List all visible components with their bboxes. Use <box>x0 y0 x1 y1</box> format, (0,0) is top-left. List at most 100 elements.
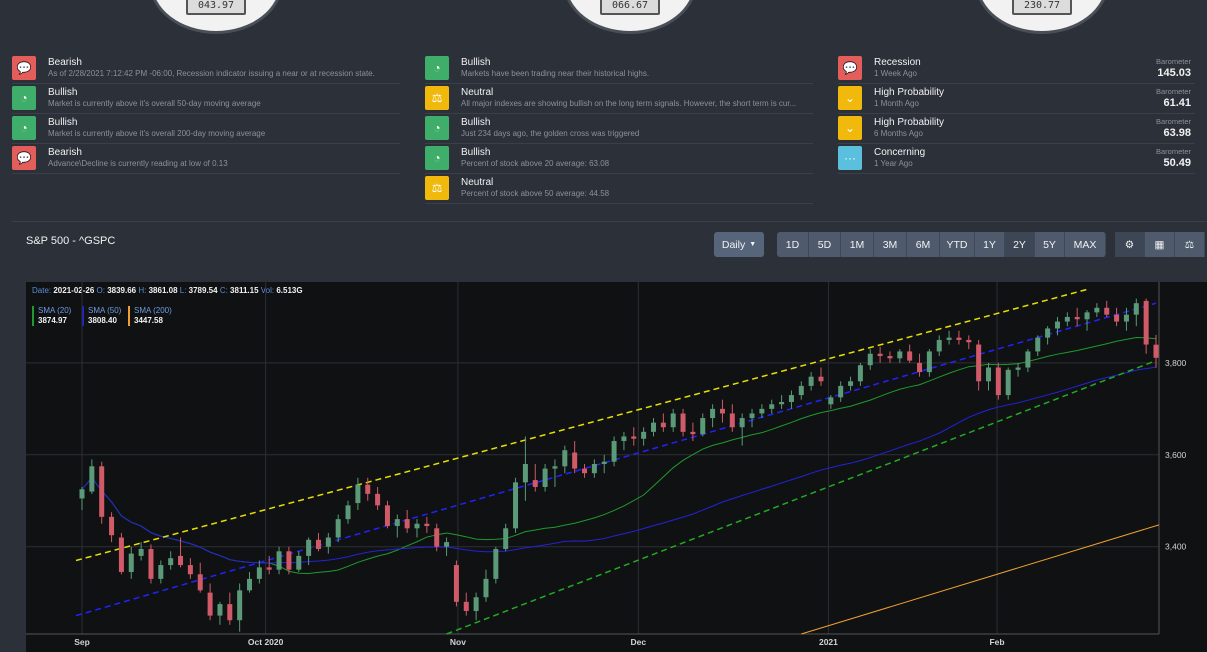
indicator-description: 1 Month Ago <box>874 99 919 108</box>
candle-body <box>335 519 341 538</box>
candle-body <box>286 551 292 570</box>
indicator-title: High Probability <box>874 87 945 98</box>
candle-body <box>641 431 647 439</box>
indicator-row[interactable]: ◔ Bullish Market is currently above it's o… <box>12 114 400 144</box>
interval-dropdown[interactable]: Daily ▼ <box>714 232 764 257</box>
candle-body <box>1054 321 1060 329</box>
candle-body <box>867 353 873 366</box>
balance-scale-icon: ⚖ <box>1184 238 1195 251</box>
candle-body <box>1094 307 1100 313</box>
y-tick-label: 3,800 <box>1165 358 1187 368</box>
calculator-button[interactable]: ▦ <box>1145 232 1175 257</box>
balance-scale-button[interactable]: ⚖ <box>1175 232 1205 257</box>
candle-body <box>424 523 430 527</box>
candle-body <box>197 574 203 591</box>
indicator-row[interactable]: 💬 Bearish As of 2/28/2021 7:12:42 PM -06:0… <box>12 54 400 84</box>
indicator-row[interactable]: 💬 Bearish Advance\Decline is currently rea… <box>12 144 400 174</box>
candle-body <box>719 408 725 414</box>
candle-body <box>710 408 716 419</box>
indicator-description: Just 234 days ago, the golden cross was … <box>461 129 640 138</box>
chevron-down-icon: ⌄ <box>838 86 862 110</box>
indicator-description: Markets have been trading near their his… <box>461 69 650 78</box>
candle-body <box>926 351 932 373</box>
candle-body <box>414 523 420 529</box>
indicator-row[interactable]: ◔ Bullish Just 234 days ago, the golden cr… <box>425 114 813 144</box>
indicator-title: Bullish <box>461 117 491 128</box>
barometer-value: 61.41 <box>1163 97 1191 109</box>
candle-body <box>513 482 519 529</box>
indicator-description: Market is currently above it's overall 5… <box>48 99 261 108</box>
range-button-1m[interactable]: 1M <box>841 232 874 257</box>
candle-body <box>601 461 607 464</box>
barometer-value: 50.49 <box>1163 157 1191 169</box>
indicator-description: Advance\Decline is currently reading at … <box>48 159 228 168</box>
range-button-6m[interactable]: 6M <box>907 232 940 257</box>
sma50-line <box>81 366 1157 564</box>
candle-body <box>168 558 174 566</box>
indicator-title: Bearish <box>48 147 82 158</box>
indicator-row[interactable]: ··· Concerning 1 Year Ago Barometer 50.49 <box>838 144 1195 174</box>
indicator-row[interactable]: ◔ Bullish Market is currently above it's o… <box>12 84 400 114</box>
caret-down-icon: ▼ <box>749 241 757 248</box>
candle-body <box>1005 369 1011 396</box>
candle-body <box>690 431 696 435</box>
sma20-line <box>81 337 1157 574</box>
chart-title: S&P 500 - ^GSPC <box>26 235 116 247</box>
gauge-icon: ◔ <box>425 146 449 170</box>
candle-body <box>995 367 1001 396</box>
candle-body <box>503 528 509 549</box>
candle-body <box>1123 314 1129 322</box>
candle-body <box>591 464 597 474</box>
candle-body <box>966 339 972 343</box>
candle-body <box>217 604 223 616</box>
candle-body <box>522 464 528 483</box>
indicator-row[interactable]: ◔ Bullish Percent of stock above 20 averag… <box>425 144 813 174</box>
indicator-description: All major indexes are showing bullish on… <box>461 99 797 108</box>
candle-body <box>187 565 193 575</box>
indicator-description: Percent of stock above 20 average: 63.08 <box>461 159 610 168</box>
candle-body <box>1143 300 1149 345</box>
indicator-row[interactable]: ⌄ High Probability 6 Months Ago Barometer 63… <box>838 114 1195 144</box>
candle-body <box>118 537 124 572</box>
gears-button[interactable]: ⚙ <box>1115 232 1145 257</box>
candle-body <box>276 551 282 570</box>
gauge-1: 043.97 <box>149 0 283 34</box>
indicator-row[interactable]: ⚖ Neutral Percent of stock above 50 averag… <box>425 174 813 204</box>
range-button-3m[interactable]: 3M <box>874 232 907 257</box>
candle-body <box>976 344 982 382</box>
candle-body <box>552 466 558 469</box>
candle-body <box>670 413 676 428</box>
candle-body <box>453 565 459 602</box>
indicator-row[interactable]: ⚖ Neutral All major indexes are showing bu… <box>425 84 813 114</box>
indicator-description: As of 2/28/2021 7:12:42 PM -06:00, Reces… <box>48 69 375 78</box>
calculator-icon: ▦ <box>1154 238 1165 251</box>
indicator-row[interactable]: ⌄ High Probability 1 Month Ago Barometer 61.… <box>838 84 1195 114</box>
candle-body <box>917 362 923 373</box>
candle-body <box>887 356 893 359</box>
candle-body <box>1015 367 1021 370</box>
indicator-column-3: 💬 Recession 1 Week Ago Barometer 145.03 ⌄ High… <box>838 54 1195 174</box>
range-button-1d[interactable]: 1D <box>777 232 809 257</box>
indicator-description: Percent of stock above 50 average: 44.58 <box>461 189 610 198</box>
range-button-max[interactable]: MAX <box>1065 232 1106 257</box>
candle-body <box>375 493 381 506</box>
range-button-5y[interactable]: 5Y <box>1035 232 1065 257</box>
range-button-2y[interactable]: 2Y <box>1005 232 1035 257</box>
candle-body <box>1025 351 1031 368</box>
candle-body <box>1084 312 1090 320</box>
range-button-ytd[interactable]: YTD <box>940 232 975 257</box>
indicator-row[interactable]: 💬 Recession 1 Week Ago Barometer 145.03 <box>838 54 1195 84</box>
barometer-value: 145.03 <box>1157 67 1191 79</box>
chat-icon: 💬 <box>12 146 36 170</box>
candle-body <box>296 555 302 570</box>
candle-body <box>788 395 794 402</box>
dots-icon: ··· <box>838 146 862 170</box>
candle-body <box>956 337 962 340</box>
candle-body <box>315 539 321 549</box>
indicator-row[interactable]: ◔ Bullish Markets have been trading near t… <box>425 54 813 84</box>
range-button-5d[interactable]: 5D <box>809 232 841 257</box>
interval-label: Daily <box>721 238 746 251</box>
range-button-1y[interactable]: 1Y <box>975 232 1005 257</box>
candle-body <box>838 385 844 398</box>
chart-area[interactable]: Date: 2021-02-26 O: 3839.66 H: 3861.08 L… <box>26 282 1207 652</box>
